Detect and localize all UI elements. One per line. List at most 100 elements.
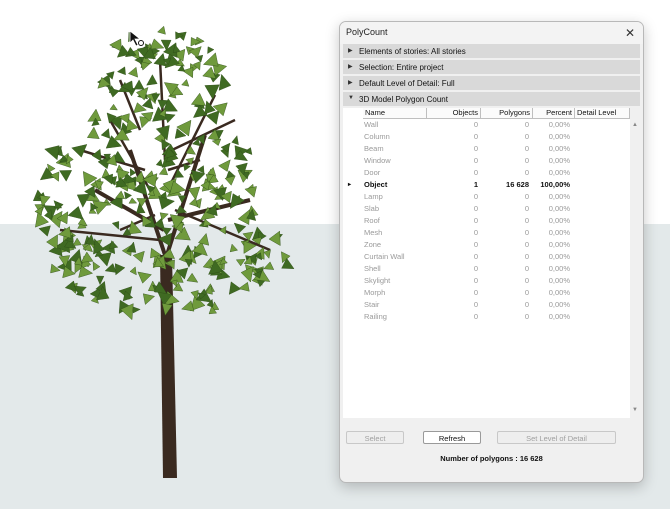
column-header-name[interactable]: Name xyxy=(363,108,427,119)
table-row[interactable]: Beam 0 0 0,00% xyxy=(343,143,630,155)
leaf xyxy=(158,166,168,176)
row-name: Railing xyxy=(364,312,387,321)
leaf xyxy=(133,79,145,90)
leaf xyxy=(134,56,142,65)
row-objects: 0 xyxy=(473,264,478,273)
table-row[interactable]: Morph 0 0 0,00% xyxy=(343,287,630,299)
row-expand-icon[interactable]: ▸ xyxy=(348,179,351,191)
polygon-summary: Number of polygons : 16 628 xyxy=(440,454,543,463)
table-row[interactable]: Window 0 0 0,00% xyxy=(343,155,630,167)
section-elements-of-stories[interactable]: ▶ Elements of stories: All stories xyxy=(343,44,640,58)
section-polygon-count[interactable]: ▼ 3D Model Polygon Count xyxy=(343,92,640,106)
row-polygons: 16 628 xyxy=(506,180,529,189)
dialog-titlebar[interactable]: PolyCount ✕ xyxy=(340,22,643,44)
row-objects: 0 xyxy=(473,120,478,129)
table-row[interactable]: Wall 0 0 0,00% xyxy=(343,119,630,131)
row-name: Morph xyxy=(364,288,386,297)
row-name: Slab xyxy=(364,204,380,213)
leaf xyxy=(175,205,188,214)
table-row[interactable]: Stair 0 0 0,00% xyxy=(343,299,630,311)
section-default-lod[interactable]: ▶ Default Level of Detail: Full xyxy=(343,76,640,90)
row-polygons: 0 xyxy=(524,192,529,201)
table-row[interactable]: Railing 0 0 0,00% xyxy=(343,311,630,323)
leaf xyxy=(233,222,247,234)
leaf xyxy=(92,261,101,271)
leaf xyxy=(131,306,141,314)
refresh-button[interactable]: Refresh xyxy=(423,431,481,444)
leaf xyxy=(229,193,245,209)
table-row[interactable]: Curtain Wall 0 0 0,00% xyxy=(343,251,630,263)
section-label: 3D Model Polygon Count xyxy=(359,95,448,104)
leaf xyxy=(109,103,118,111)
leaf xyxy=(235,259,246,267)
scroll-up-icon[interactable]: ▲ xyxy=(631,122,639,128)
row-objects: 0 xyxy=(473,252,478,261)
leaf xyxy=(187,186,201,201)
column-header-percent[interactable]: Percent xyxy=(533,108,575,119)
scroll-down-icon[interactable]: ▼ xyxy=(631,407,639,413)
chevron-right-icon: ▶ xyxy=(348,80,353,86)
leaf xyxy=(155,158,163,167)
leaf xyxy=(157,25,166,35)
table-row[interactable]: Door 0 0 0,00% xyxy=(343,167,630,179)
leaf xyxy=(228,281,242,295)
row-polygons: 0 xyxy=(524,252,529,261)
table-row[interactable]: ▸ Object 1 16 628 100,00% xyxy=(343,179,630,191)
row-name: Beam xyxy=(364,144,384,153)
table-row[interactable]: Shell 0 0 0,00% xyxy=(343,263,630,275)
chevron-right-icon: ▶ xyxy=(348,64,353,70)
table-row[interactable]: Lamp 0 0 0,00% xyxy=(343,191,630,203)
row-percent: 0,00% xyxy=(548,204,570,213)
column-header-detail-level[interactable]: Detail Level xyxy=(575,108,630,119)
leaf xyxy=(80,251,94,263)
table-row[interactable]: Skylight 0 0 0,00% xyxy=(343,275,630,287)
leaf xyxy=(263,261,275,270)
set-level-of-detail-button[interactable]: Set Level of Detail xyxy=(497,431,616,444)
row-percent: 0,00% xyxy=(548,156,570,165)
leaf xyxy=(114,263,126,276)
polygon-count-table[interactable]: Name Objects Polygons Percent Detail Lev… xyxy=(343,108,630,418)
row-percent: 0,00% xyxy=(548,192,570,201)
row-name: Object xyxy=(364,180,388,189)
row-name: Lamp xyxy=(364,192,383,201)
table-row[interactable]: Roof 0 0 0,00% xyxy=(343,215,630,227)
leaf xyxy=(229,243,238,253)
row-polygons: 0 xyxy=(524,288,529,297)
table-scrollbar[interactable]: ▲ ▼ xyxy=(630,108,640,418)
table-row[interactable]: Mesh 0 0 0,00% xyxy=(343,227,630,239)
row-name: Door xyxy=(364,168,381,177)
row-objects: 0 xyxy=(473,144,478,153)
column-header-objects[interactable]: Objects xyxy=(427,108,481,119)
chevron-right-icon: ▶ xyxy=(348,48,353,54)
column-header-polygons[interactable]: Polygons xyxy=(481,108,533,119)
leaf xyxy=(142,293,156,305)
row-objects: 0 xyxy=(473,204,478,213)
row-percent: 0,00% xyxy=(548,288,570,297)
table-row[interactable]: Zone 0 0 0,00% xyxy=(343,239,630,251)
row-name: Skylight xyxy=(364,276,391,285)
table-row[interactable]: Column 0 0 0,00% xyxy=(343,131,630,143)
row-percent: 0,00% xyxy=(548,240,570,249)
row-objects: 0 xyxy=(473,216,478,225)
tree-model[interactable] xyxy=(0,0,340,509)
leaf xyxy=(132,250,145,263)
leaf xyxy=(164,113,176,124)
leaf xyxy=(244,186,257,198)
table-row[interactable]: Slab 0 0 0,00% xyxy=(343,203,630,215)
row-name: Wall xyxy=(364,120,379,129)
row-objects: 0 xyxy=(473,156,478,165)
leaf xyxy=(186,272,199,283)
row-percent: 100,00% xyxy=(540,180,570,189)
leaf xyxy=(111,221,120,230)
row-percent: 0,00% xyxy=(548,276,570,285)
leaf xyxy=(72,237,82,246)
polycount-dialog: PolyCount ✕ ▶ Elements of stories: All s… xyxy=(339,21,644,483)
row-objects: 0 xyxy=(473,168,478,177)
row-percent: 0,00% xyxy=(548,132,570,141)
row-polygons: 0 xyxy=(524,120,529,129)
close-icon[interactable]: ✕ xyxy=(621,25,639,41)
section-selection[interactable]: ▶ Selection: Entire project xyxy=(343,60,640,74)
leaf xyxy=(183,163,191,172)
row-percent: 0,00% xyxy=(548,264,570,273)
select-button[interactable]: Select xyxy=(346,431,404,444)
